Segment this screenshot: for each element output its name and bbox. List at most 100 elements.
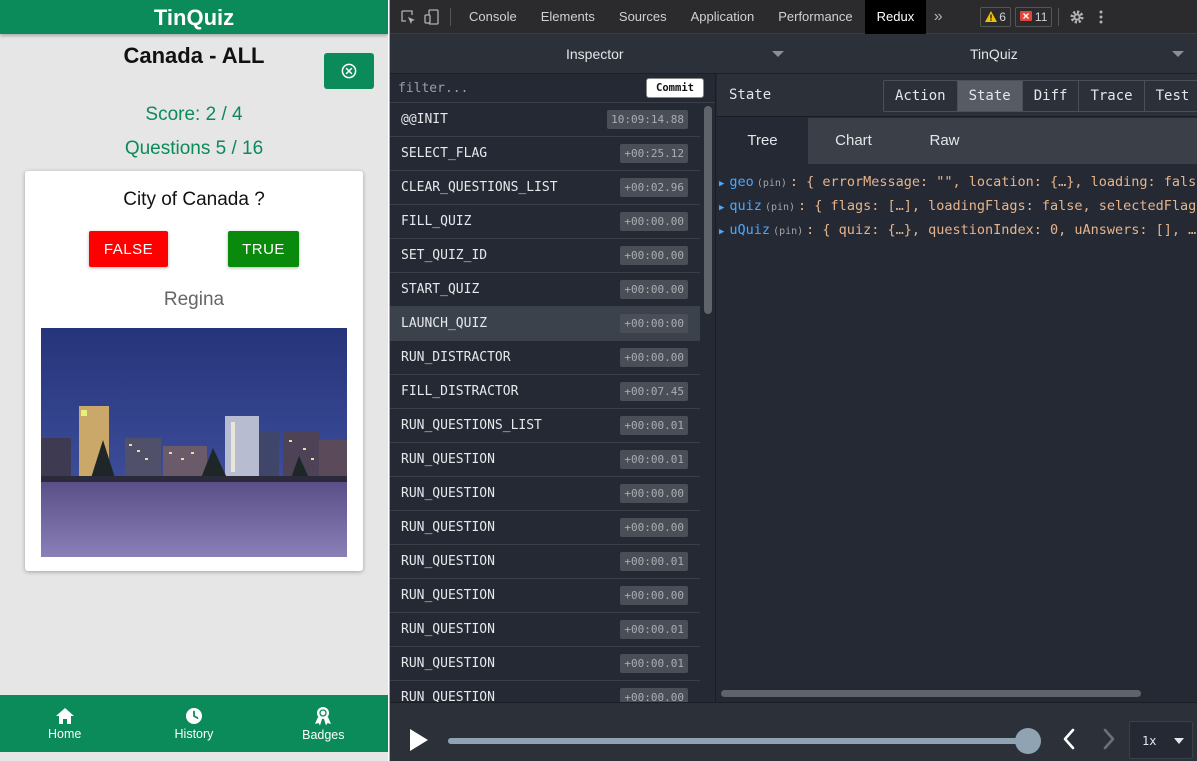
questions-progress-text: Questions 5 / 16 [124, 138, 264, 159]
nav-badges[interactable]: Badges [259, 695, 388, 752]
gear-icon[interactable] [1065, 0, 1089, 34]
clock-icon [185, 707, 202, 724]
tab-sources[interactable]: Sources [607, 0, 679, 34]
chevron-down-icon [1174, 738, 1184, 744]
nav-badges-label: Badges [302, 727, 345, 742]
state-horizontal-scrollbar[interactable] [721, 690, 1141, 697]
monitor-select[interactable]: Inspector [566, 34, 624, 74]
warnings-badge[interactable]: 6 [980, 6, 1011, 27]
action-time: +00:00.01 [620, 620, 688, 639]
time-slider-track[interactable] [448, 728, 1041, 754]
false-button[interactable]: FALSE [89, 231, 168, 267]
next-action-button[interactable] [1102, 727, 1116, 756]
tab-console[interactable]: Console [457, 0, 529, 34]
more-tabs-chevron-icon[interactable]: » [926, 0, 950, 34]
action-row[interactable]: FILL_DISTRACTOR +00:07.45 [390, 375, 700, 409]
action-name: @@INIT [401, 112, 448, 127]
tree-value: : { errorMessage: "", location: {…}, loa… [789, 174, 1197, 190]
answer-city-name: Regina [163, 289, 225, 310]
playback-speed-select[interactable]: 1x [1129, 721, 1193, 759]
true-button[interactable]: TRUE [228, 231, 299, 267]
action-time: +00:07.45 [620, 382, 688, 401]
exit-quiz-button[interactable] [324, 53, 374, 89]
nav-home[interactable]: Home [0, 695, 129, 752]
tab-action[interactable]: Action [884, 81, 958, 111]
tree-node-geo[interactable]: ▶ geo (pin): { errorMessage: "", location:… [719, 174, 1197, 194]
errors-count: 11 [1034, 9, 1048, 24]
playback-speed-value: 1x [1142, 734, 1157, 748]
pin-link[interactable]: (pin) [773, 226, 803, 237]
commit-button[interactable]: Commit [646, 78, 704, 98]
action-time: +00:00:00 [620, 314, 688, 333]
action-row[interactable]: RUN_DISTRACTOR +00:00.00 [390, 341, 700, 375]
action-row[interactable]: FILL_QUIZ +00:00.00 [390, 205, 700, 239]
bottom-navigation: Home History Badges [0, 695, 388, 752]
tab-application[interactable]: Application [679, 0, 767, 34]
chevron-down-icon[interactable] [772, 51, 784, 57]
action-row[interactable]: RUN_QUESTION +00:00.00 [390, 681, 700, 702]
action-row[interactable]: RUN_QUESTION +00:00.01 [390, 443, 700, 477]
action-list-scrollbar[interactable] [704, 106, 712, 314]
tab-state[interactable]: State [957, 81, 1023, 111]
previous-action-button[interactable] [1062, 727, 1076, 756]
tree-key: uQuiz [729, 222, 771, 238]
action-row[interactable]: SELECT_FLAG +00:25.12 [390, 137, 700, 171]
expand-arrow-icon[interactable]: ▶ [719, 203, 724, 213]
tree-node-uquiz[interactable]: ▶ uQuiz (pin): { quiz: {…}, questionIndex:… [719, 222, 1197, 242]
action-row[interactable]: @@INIT 10:09:14.88 [390, 103, 700, 137]
action-time: +00:00.00 [620, 280, 688, 299]
chevron-down-icon[interactable] [1172, 51, 1184, 57]
action-time: +00:00.01 [620, 450, 688, 469]
action-row[interactable]: RUN_QUESTION +00:00.00 [390, 579, 700, 613]
action-row[interactable]: RUN_QUESTION +00:00.00 [390, 477, 700, 511]
tab-redux[interactable]: Redux [864, 0, 927, 34]
action-row[interactable]: RUN_QUESTION +00:00.01 [390, 613, 700, 647]
play-button[interactable] [408, 728, 430, 757]
tab-raw[interactable]: Raw [899, 118, 990, 164]
tab-performance[interactable]: Performance [766, 0, 864, 34]
action-row[interactable]: RUN_QUESTION +00:00.00 [390, 511, 700, 545]
nav-history[interactable]: History [129, 695, 258, 752]
tree-key: quiz [729, 198, 762, 214]
store-select[interactable]: TinQuiz [970, 34, 1018, 74]
action-row[interactable]: START_QUIZ +00:00.00 [390, 273, 700, 307]
tree-node-quiz[interactable]: ▶ quiz (pin): { flags: […], loadingFlags: … [719, 198, 1197, 218]
divider [450, 7, 451, 26]
city-photo [41, 328, 347, 557]
action-name: RUN_QUESTION [401, 656, 495, 671]
action-time: +00:00.01 [620, 416, 688, 435]
action-name: RUN_QUESTIONS_LIST [401, 418, 542, 433]
action-row[interactable]: RUN_QUESTION +00:00.01 [390, 545, 700, 579]
errors-badge[interactable]: 11 [1014, 6, 1053, 27]
pin-link[interactable]: (pin) [757, 178, 787, 189]
action-name: SELECT_FLAG [401, 146, 488, 161]
tab-test[interactable]: Test [1145, 81, 1197, 111]
expand-arrow-icon[interactable]: ▶ [719, 179, 724, 189]
action-time: 10:09:14.88 [607, 110, 688, 129]
tab-trace[interactable]: Trace [1079, 81, 1145, 111]
tab-chart[interactable]: Chart [808, 118, 899, 164]
expand-arrow-icon[interactable]: ▶ [719, 227, 724, 237]
action-row[interactable]: SET_QUIZ_ID +00:00.00 [390, 239, 700, 273]
quiz-app: TinQuiz Canada - ALL Score: 2 / 4 Questi… [0, 0, 388, 761]
warnings-count: 6 [999, 9, 1006, 24]
tree-value: : { quiz: {…}, questionIndex: 0, uAnswer… [806, 222, 1197, 238]
device-toggle-icon[interactable] [420, 0, 444, 34]
action-row-selected[interactable]: LAUNCH_QUIZ +00:00:00 [390, 307, 700, 341]
action-row[interactable]: RUN_QUESTIONS_LIST +00:00.01 [390, 409, 700, 443]
action-name: FILL_QUIZ [401, 214, 472, 229]
filter-input[interactable] [398, 77, 638, 99]
home-icon [55, 707, 74, 724]
action-row[interactable]: RUN_QUESTION +00:00.01 [390, 647, 700, 681]
time-slider-thumb[interactable] [1015, 728, 1041, 754]
tab-elements[interactable]: Elements [529, 0, 607, 34]
more-options-icon[interactable] [1089, 0, 1113, 34]
action-time: +00:00.00 [620, 688, 688, 702]
action-row[interactable]: CLEAR_QUESTIONS_LIST +00:02.96 [390, 171, 700, 205]
action-name: RUN_QUESTION [401, 690, 495, 702]
inspect-element-icon[interactable] [396, 0, 420, 34]
pin-link[interactable]: (pin) [765, 202, 795, 213]
tab-tree[interactable]: Tree [717, 118, 808, 164]
tab-diff[interactable]: Diff [1023, 81, 1080, 111]
warning-icon [985, 11, 998, 22]
